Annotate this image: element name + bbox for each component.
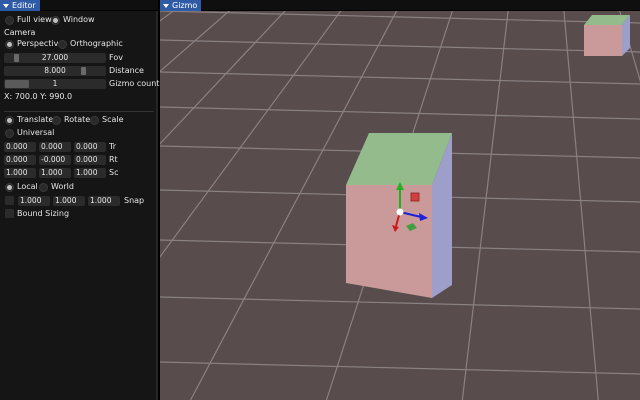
gizmo-center-handle[interactable] [396,208,404,216]
translation-y-input[interactable]: 0.000 [39,142,71,152]
rotation-z-input[interactable]: 0.000 [74,155,106,165]
translation-z-input[interactable]: 0.000 [74,142,106,152]
translate-radio[interactable] [5,116,14,125]
local-radio[interactable] [5,183,14,192]
translate-label: Translate [17,115,54,124]
scale-radio[interactable] [90,116,99,125]
snap-y-input[interactable]: 1.000 [53,196,85,206]
orthographic-radio[interactable] [58,40,67,49]
rotation-label: Rt [109,155,118,164]
window-radio[interactable] [51,16,60,25]
collapse-arrow-icon[interactable] [3,3,9,8]
rotate-label: Rotate [64,115,91,124]
snap-z-input[interactable]: 1.000 [88,196,120,206]
editor-title: Editor [12,1,36,10]
orthographic-label: Orthographic [70,39,123,48]
snap-x-input[interactable]: 1.000 [18,196,50,206]
local-label: Local [17,182,38,191]
editor-panel: Editor Full view Window Camera Perspecti… [0,0,160,400]
translation-label: Tr [109,142,116,151]
snap-checkbox[interactable] [5,196,14,205]
gizmo-titlebar[interactable]: Gizmo [160,0,640,11]
gizmo-window: Gizmo [160,0,640,400]
gizmo-xy-plane-handle[interactable] [410,192,420,202]
scale-row-label: Sc [109,168,119,177]
perspective-radio[interactable] [5,40,14,49]
rotate-radio[interactable] [52,116,61,125]
editor-titlebar[interactable]: Editor [0,0,158,11]
scale-x-input[interactable]: 1.000 [4,168,36,178]
bound-sizing-label: Bound Sizing [17,209,70,218]
distance-slider-grab[interactable] [81,67,86,75]
scale-z-input[interactable]: 1.000 [74,168,106,178]
universal-label: Universal [17,128,55,137]
full-view-label: Full view [17,15,52,24]
gizmo-tab[interactable]: Gizmo [160,0,202,11]
viewport-3d[interactable] [160,11,640,400]
universal-radio[interactable] [5,129,14,138]
scale-label: Scale [102,115,124,124]
scale-y-input[interactable]: 1.000 [39,168,71,178]
separator [4,111,154,112]
fov-slider-grab[interactable] [14,54,19,62]
perspective-label: Perspective [17,39,64,48]
cube-front-face [346,185,432,298]
world-label: World [51,182,74,191]
camera-label: Camera [4,28,36,37]
gizmo-count-slider-grab[interactable] [5,80,29,88]
bound-sizing-checkbox[interactable] [5,209,14,218]
mouse-coords: X: 700.0 Y: 990.0 [4,92,73,101]
full-view-radio[interactable] [5,16,14,25]
view-cube-front-icon[interactable] [584,25,622,56]
rotation-y-input[interactable]: -0.000 [39,155,71,165]
distance-label: Distance [109,66,144,75]
gizmo-count-slider[interactable]: 1 [4,79,106,89]
gizmo-count-label: Gizmo count [109,79,160,88]
distance-slider[interactable]: 8.000 [4,66,106,76]
gizmo-count-value: 1 [52,79,58,88]
rotation-x-input[interactable]: 0.000 [4,155,36,165]
collapse-arrow-icon[interactable] [163,3,169,8]
fov-slider[interactable]: 27.000 [4,53,106,63]
translation-x-input[interactable]: 0.000 [4,142,36,152]
view-cube-top-icon[interactable] [584,15,630,25]
snap-label: Snap [124,196,145,205]
view-manipulate-cube[interactable] [584,15,630,56]
gizmo-title: Gizmo [172,1,198,10]
window-label: Window [63,15,95,24]
distance-value: 8.000 [44,66,66,75]
world-radio[interactable] [39,183,48,192]
editor-tab[interactable]: Editor [0,0,40,11]
fov-value: 27.000 [41,53,69,62]
fov-label: Fov [109,53,123,62]
